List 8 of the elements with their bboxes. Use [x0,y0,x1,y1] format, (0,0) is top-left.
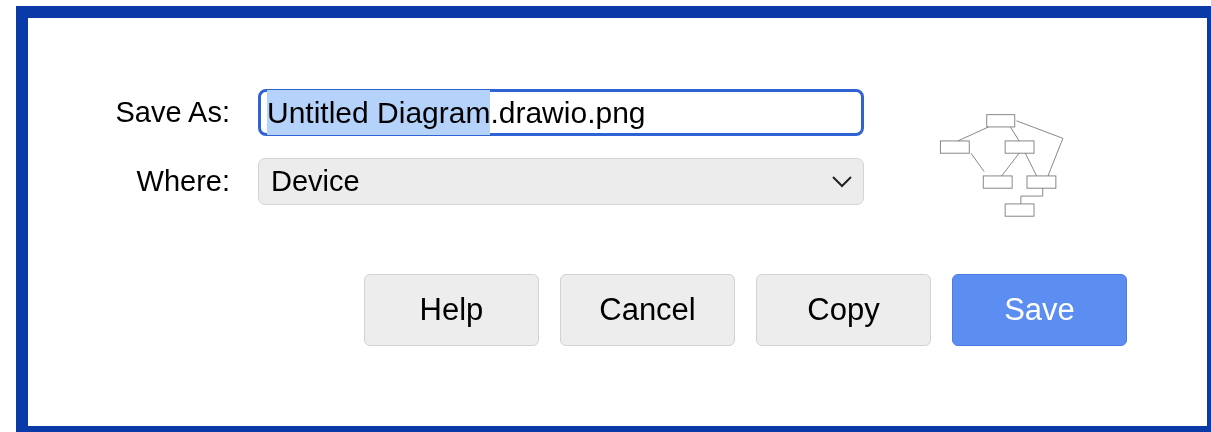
dialog-button[interactable]: Cancel [560,274,735,346]
where-dropdown[interactable]: Device [258,158,864,205]
filename-field[interactable]: Untitled Diagram.drawio.png [258,89,864,136]
save-as-label: Save As: [114,94,231,130]
chevron-down-icon [831,174,853,189]
dialog-button[interactable]: Help [364,274,539,346]
dialog-button[interactable]: Copy [756,274,931,346]
where-label: Where: [135,163,231,199]
